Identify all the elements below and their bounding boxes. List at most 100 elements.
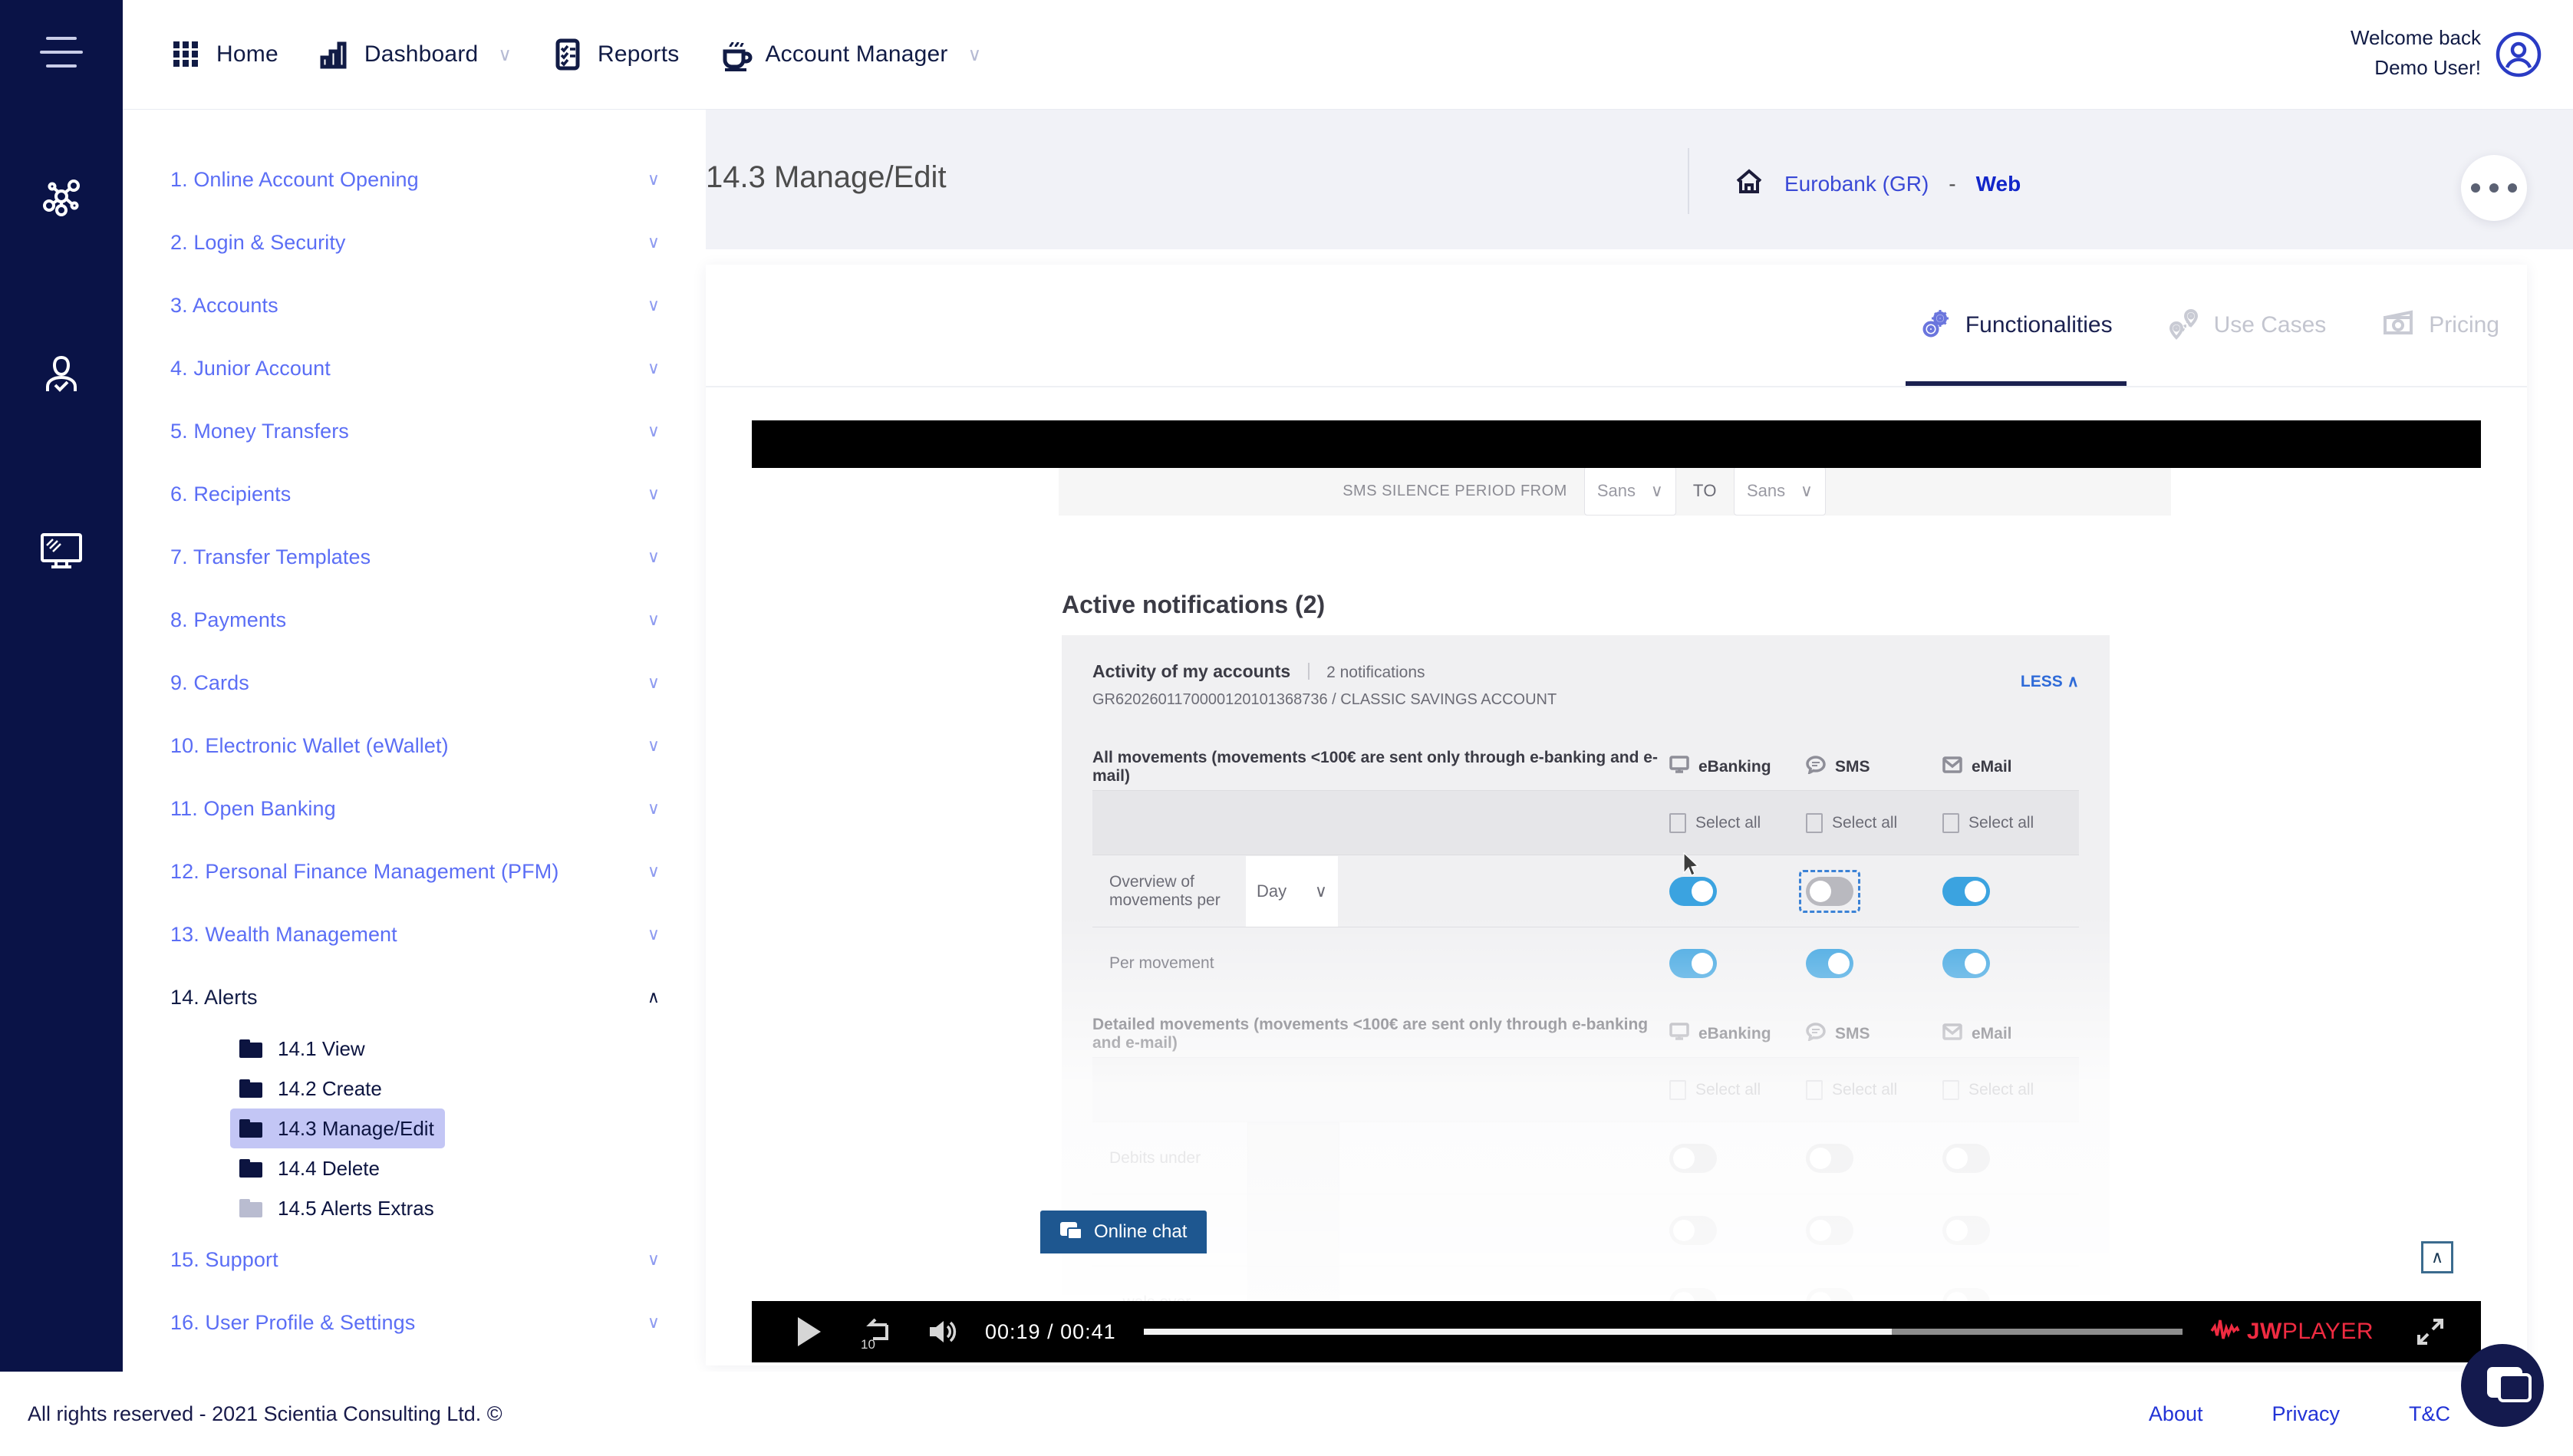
sidebar-item-15[interactable]: 15. Support ∨	[123, 1228, 706, 1291]
sidebar-item-10[interactable]: 10. Electronic Wallet (eWallet) ∨	[123, 714, 706, 777]
chevron-down-icon[interactable]: ∨	[647, 171, 660, 188]
toggle-switch[interactable]	[1669, 1287, 1717, 1301]
sidebar-item-1[interactable]: 1. Online Account Opening ∨	[123, 148, 706, 211]
sidebar-item-8[interactable]: 8. Payments ∨	[123, 588, 706, 651]
online-chat-button[interactable]: Online chat	[1040, 1211, 1207, 1253]
chevron-down-icon[interactable]: ∨	[647, 863, 660, 880]
sidebar-subitem-14-2[interactable]: 14.2 Create	[230, 1069, 393, 1108]
chevron-down-icon[interactable]: ∨	[647, 1251, 660, 1268]
sms-silence-from-select[interactable]: Sans ∨	[1583, 466, 1676, 516]
breadcrumb-bank[interactable]: Eurobank (GR)	[1784, 172, 1929, 196]
chevron-down-icon[interactable]: ∨	[647, 674, 660, 691]
hamburger-icon[interactable]	[40, 37, 83, 68]
breadcrumb-channel[interactable]: Web	[1976, 172, 2021, 196]
jwplayer-logo[interactable]: JWPLAYER	[2210, 1317, 2374, 1347]
sidebar-item-2[interactable]: 2. Login & Security ∨	[123, 211, 706, 274]
chevron-down-icon[interactable]: ∨	[647, 548, 660, 565]
video-progress-bar[interactable]	[1143, 1329, 2183, 1335]
person-check-icon[interactable]	[0, 328, 123, 420]
chevron-down-icon[interactable]: ∨	[647, 423, 660, 440]
sidebar-subitem-14-5[interactable]: 14.5 Alerts Extras	[230, 1188, 445, 1228]
network-nodes-icon[interactable]	[0, 152, 123, 244]
scroll-to-top-button[interactable]: ∧	[2421, 1241, 2453, 1273]
toggle-switch[interactable]	[1806, 1215, 1853, 1245]
chevron-down-icon[interactable]: ∨	[647, 297, 660, 314]
toggle-switch[interactable]	[1942, 1215, 1990, 1245]
checkbox[interactable]	[1942, 812, 1959, 833]
toggle-switch[interactable]	[1942, 948, 1990, 978]
toggle-switch[interactable]	[1942, 1287, 1990, 1301]
chevron-up-icon[interactable]: ∧	[647, 989, 660, 1006]
amount-input[interactable]	[1247, 1193, 1339, 1267]
select-all-ebanking[interactable]: Select all	[1669, 1079, 1806, 1100]
sidebar-item-3[interactable]: 3. Accounts ∨	[123, 274, 706, 337]
toggle-switch[interactable]	[1669, 1143, 1717, 1173]
toggle-switch[interactable]	[1942, 1143, 1990, 1173]
chevron-down-icon[interactable]: ∨	[647, 800, 660, 817]
footer-link-tc[interactable]: T&C	[2409, 1402, 2450, 1426]
sidebar-item-13[interactable]: 13. Wealth Management ∨	[123, 903, 706, 966]
chevron-down-icon[interactable]: ∨	[647, 926, 660, 943]
nav-item-reports[interactable]: Reports	[552, 38, 679, 71]
chevron-down-icon[interactable]: ∨	[647, 1314, 660, 1331]
sidebar-item-6[interactable]: 6. Recipients ∨	[123, 463, 706, 525]
checkbox[interactable]	[1942, 1079, 1959, 1100]
chevron-down-icon[interactable]: ∨	[647, 737, 660, 754]
select-all-email[interactable]: Select all	[1942, 812, 2079, 833]
tab-functionalities[interactable]: Functionalities	[1892, 265, 2140, 386]
chevron-down-icon[interactable]: ∨	[498, 44, 512, 66]
video-player[interactable]: SMS TO MOBILE NUMBER •••••••616 ∨ SMS SI…	[752, 420, 2481, 1362]
more-options-button[interactable]	[2461, 155, 2527, 221]
footer-link-privacy[interactable]: Privacy	[2272, 1402, 2340, 1426]
chevron-down-icon[interactable]: ∨	[647, 234, 660, 251]
nav-item-account-manager[interactable]: Account Manager ∨	[719, 38, 981, 71]
period-select[interactable]: Day ∨	[1246, 855, 1338, 927]
toggle-switch[interactable]	[1942, 876, 1990, 906]
fullscreen-button[interactable]	[2407, 1316, 2453, 1348]
chevron-down-icon[interactable]: ∨	[968, 44, 982, 66]
play-button[interactable]	[782, 1316, 836, 1348]
sidebar-item-7[interactable]: 7. Transfer Templates ∨	[123, 525, 706, 588]
toggle-switch[interactable]	[1806, 948, 1853, 978]
user-circle-icon[interactable]	[2495, 31, 2542, 78]
checkbox[interactable]	[1806, 812, 1823, 833]
volume-button[interactable]	[919, 1316, 968, 1347]
amount-input[interactable]	[1247, 1121, 1339, 1195]
toggle-switch[interactable]	[1799, 869, 1860, 913]
toggle-switch[interactable]	[1806, 1143, 1853, 1173]
sidebar-item-9[interactable]: 9. Cards ∨	[123, 651, 706, 714]
select-all-ebanking[interactable]: Select all	[1669, 812, 1806, 833]
sidebar-subitem-14-1[interactable]: 14.1 View	[230, 1029, 376, 1069]
nav-item-home[interactable]: Home	[170, 38, 278, 71]
tab-use-cases[interactable]: Use Cases	[2140, 265, 2354, 386]
select-all-email[interactable]: Select all	[1942, 1079, 2079, 1100]
tab-pricing[interactable]: Pricing	[2354, 265, 2527, 386]
sidebar-item-5[interactable]: 5. Money Transfers ∨	[123, 400, 706, 463]
footer-link-about[interactable]: About	[2149, 1402, 2203, 1426]
sidebar-subitem-14-3[interactable]: 14.3 Manage/Edit	[230, 1108, 445, 1148]
desktop-monitor-icon[interactable]	[0, 505, 123, 597]
select-all-sms[interactable]: Select all	[1806, 1079, 1942, 1100]
sidebar-subitem-14-4[interactable]: 14.4 Delete	[230, 1148, 390, 1188]
chevron-down-icon[interactable]: ∨	[647, 360, 660, 377]
chevron-down-icon[interactable]: ∨	[647, 486, 660, 502]
toggle-switch[interactable]	[1669, 948, 1717, 978]
sidebar-item-16[interactable]: 16. User Profile & Settings ∨	[123, 1291, 706, 1354]
sidebar-item-12[interactable]: 12. Personal Finance Management (PFM) ∨	[123, 840, 706, 903]
nav-item-dashboard[interactable]: Dashboard ∨	[318, 38, 512, 71]
sms-silence-to-select[interactable]: Sans ∨	[1734, 466, 1826, 516]
less-toggle-button[interactable]: LESS ∧	[2021, 672, 2079, 691]
checkbox[interactable]	[1669, 812, 1686, 833]
checkbox[interactable]	[1669, 1079, 1686, 1100]
select-all-sms[interactable]: Select all	[1806, 812, 1942, 833]
sidebar-item-11[interactable]: 11. Open Banking ∨	[123, 777, 706, 840]
chat-fab-button[interactable]	[2461, 1344, 2544, 1427]
toggle-switch[interactable]	[1669, 1215, 1717, 1245]
home-icon[interactable]	[1734, 166, 1764, 201]
toggle-switch[interactable]	[1806, 1287, 1853, 1301]
sidebar-item-4[interactable]: 4. Junior Account ∨	[123, 337, 706, 400]
amount-input[interactable]	[1247, 1265, 1339, 1301]
rewind-10-button[interactable]: 10	[850, 1316, 904, 1352]
checkbox[interactable]	[1806, 1079, 1823, 1100]
chevron-down-icon[interactable]: ∨	[647, 611, 660, 628]
